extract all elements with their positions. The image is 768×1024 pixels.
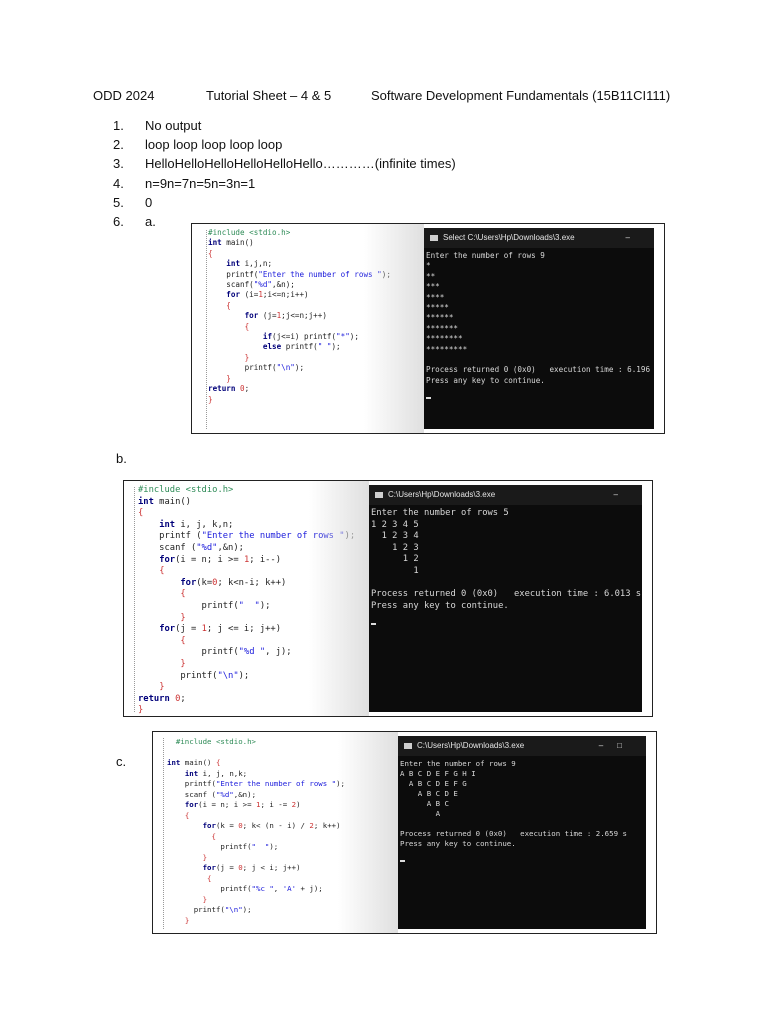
console-window-b: C:\Users\Hp\Downloads\3.exe – Enter the …	[369, 485, 642, 712]
console-title-a: Select C:\Users\Hp\Downloads\3.exe	[443, 233, 575, 242]
answer-text: No output	[145, 118, 202, 133]
console-titlebar-c: C:\Users\Hp\Downloads\3.exe –□	[398, 736, 646, 756]
screenshot-b: #include <stdio.h> int main() { int i, j…	[123, 480, 653, 717]
console-titlebar-a: Select C:\Users\Hp\Downloads\3.exe –	[424, 228, 654, 248]
sheet-title: Tutorial Sheet – 4 & 5	[206, 88, 332, 103]
console-titlebar-b: C:\Users\Hp\Downloads\3.exe –	[369, 485, 642, 505]
list-item: 4. n=9n=7n=5n=3n=1	[113, 175, 256, 191]
minimize-icon[interactable]: –	[614, 485, 632, 505]
list-item: 1. No output	[113, 118, 202, 133]
code-editor-a: #include <stdio.h> int main() { int i,j,…	[192, 224, 424, 433]
minimize-maximize-icons[interactable]: –□	[599, 736, 636, 756]
answer-text: 0	[145, 194, 153, 210]
console-output-c: Enter the number of rows 9 A B C D E F G…	[400, 759, 627, 848]
code-listing-c: #include <stdio.h> int main() { int i, j…	[167, 737, 345, 925]
answer-list: 1. No output 2. loop loop loop loop loop 3…	[113, 116, 456, 231]
answer-text: a.	[145, 213, 156, 229]
cursor-icon	[426, 397, 431, 400]
console-window-c: C:\Users\Hp\Downloads\3.exe –□ Enter the…	[398, 736, 646, 929]
console-output-a: Enter the number of rows 9 * ** *** ****…	[426, 251, 651, 385]
term-label: ODD 2024	[93, 88, 155, 103]
console-title-b: C:\Users\Hp\Downloads\3.exe	[388, 490, 496, 499]
answer-text: n=9n=7n=5n=3n=1	[145, 175, 256, 191]
document-header: ODD 2024 Tutorial Sheet – 4 & 5 Software…	[93, 88, 693, 106]
console-icon	[404, 742, 412, 749]
minimize-icon[interactable]: –	[626, 228, 644, 248]
console-title-c: C:\Users\Hp\Downloads\3.exe	[417, 741, 525, 750]
cursor-icon	[400, 859, 405, 862]
sub-label-b: b.	[116, 451, 127, 466]
course-title: Software Development Fundamentals (15B11…	[371, 88, 671, 103]
code-editor-b: #include <stdio.h> int main() { int i, j…	[124, 481, 369, 716]
console-output-b: Enter the number of rows 5 1 2 3 4 5 1 2…	[371, 508, 642, 611]
answer-text: loop loop loop loop loop	[145, 137, 283, 153]
console-window-a: Select C:\Users\Hp\Downloads\3.exe – Ent…	[424, 228, 654, 429]
sub-label-c: c.	[116, 754, 127, 769]
list-item: 5. 0	[113, 194, 153, 210]
code-editor-c: #include <stdio.h> int main() { int i, j…	[153, 732, 398, 933]
cursor-icon	[371, 623, 376, 626]
screenshot-a: #include <stdio.h> int main() { int i,j,…	[191, 223, 665, 434]
list-item: 2. loop loop loop loop loop	[113, 137, 283, 153]
list-item: 3. HelloHelloHelloHelloHelloHello…………(inf…	[113, 156, 456, 172]
screenshot-c: #include <stdio.h> int main() { int i, j…	[152, 731, 657, 934]
console-icon	[375, 491, 383, 498]
console-icon	[430, 234, 438, 241]
answer-text: HelloHelloHelloHelloHelloHello…………(infin…	[145, 156, 456, 172]
